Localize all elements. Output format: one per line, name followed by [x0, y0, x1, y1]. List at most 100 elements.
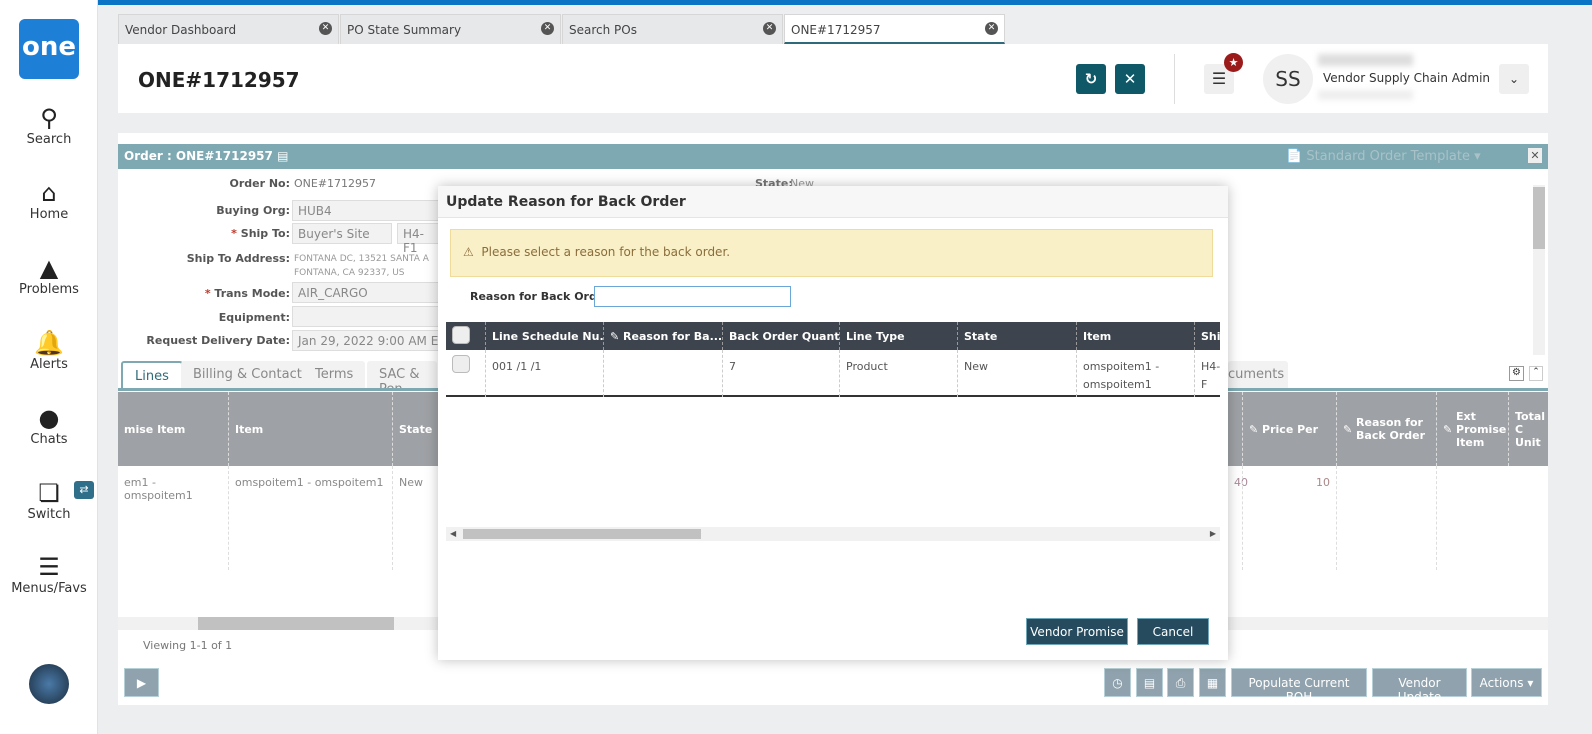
grid-settings-gear-icon[interactable]: ⚙: [1509, 366, 1524, 381]
template-select[interactable]: 📄 Standard Order Template ▾: [1286, 149, 1481, 164]
vendor-promise-button[interactable]: Vendor Promise: [1026, 618, 1128, 645]
card-icon[interactable]: ▤: [1136, 668, 1163, 697]
reason-cell[interactable]: [603, 350, 722, 397]
blurred-email: [1318, 90, 1413, 100]
close-icon[interactable]: ✕: [763, 22, 776, 35]
price-per-cell[interactable]: 10: [1242, 466, 1336, 570]
divider: [1174, 54, 1175, 104]
column-header[interactable]: Total C Unit: [1508, 392, 1548, 466]
column-header[interactable]: Back Order Quant...: [722, 322, 839, 350]
reason-input[interactable]: [594, 286, 791, 307]
close-icon[interactable]: ✕: [541, 22, 554, 35]
column-header[interactable]: Price Per: [1262, 423, 1318, 436]
grid-cell[interactable]: em1 - omspoitem1: [118, 466, 228, 570]
cancel-button[interactable]: Cancel: [1137, 618, 1209, 645]
actions-button[interactable]: Actions ▾: [1471, 668, 1542, 697]
delivery-date-input[interactable]: Jan 29, 2022 9:00 AM EST: [292, 330, 442, 351]
tab-sac-penalties[interactable]: SAC & Pen: [367, 361, 437, 389]
refresh-button[interactable]: ↻: [1076, 64, 1106, 94]
tab-vendor-dashboard[interactable]: Vendor Dashboard ✕: [118, 14, 339, 44]
scrollbar-thumb[interactable]: [1533, 187, 1545, 249]
update-reason-modal: Update Reason for Back Order ⚠ Please se…: [438, 186, 1228, 660]
tab-terms[interactable]: Terms: [303, 361, 366, 389]
sidebar-item-search[interactable]: ⚲ Search: [0, 104, 98, 147]
column-header[interactable]: Line Schedule Nu...: [485, 322, 603, 350]
page-header: ONE#1712957 ↻ ✕ ☰ ★ SS Vendor Supply Cha…: [118, 44, 1548, 113]
column-header[interactable]: State: [957, 322, 1076, 350]
print-icon[interactable]: ⎙: [1167, 668, 1194, 697]
column-header[interactable]: Line Type: [839, 322, 957, 350]
tab-label: Search POs: [569, 23, 637, 37]
populate-current-boh-button[interactable]: Populate Current BOH: [1231, 668, 1367, 704]
close-icon[interactable]: ✕: [985, 22, 998, 35]
scrollbar-thumb[interactable]: [463, 529, 701, 539]
sidebar-item-chats[interactable]: ● Chats: [0, 404, 98, 447]
sidebar-item-menus-favs[interactable]: ☰ Menus/Favs: [0, 553, 98, 596]
user-menu-chevron-down-icon[interactable]: ⌄: [1499, 64, 1529, 94]
modal-table-scrollbar[interactable]: ◀ ▶: [446, 527, 1220, 541]
column-header[interactable]: Reason for Ba...: [623, 330, 722, 343]
tab-po-state-summary[interactable]: PO State Summary ✕: [340, 14, 561, 44]
field-label: Ship To Address:: [186, 252, 290, 265]
tab-documents[interactable]: cuments: [1228, 361, 1288, 389]
column-header[interactable]: Reason for Back Order: [1356, 416, 1436, 442]
vendor-update-button[interactable]: Vendor Update: [1372, 668, 1467, 704]
scroll-left-icon[interactable]: ◀: [450, 529, 456, 538]
grid-cell[interactable]: New: [392, 466, 440, 570]
tab-order[interactable]: ONE#1712957 ✕: [784, 14, 1005, 44]
bell-icon: 🔔: [34, 329, 64, 357]
column-header[interactable]: Ext Promise Item: [1456, 410, 1508, 449]
grid-cell[interactable]: 40: [1228, 466, 1248, 570]
close-icon[interactable]: ✕: [319, 22, 332, 35]
item-line: omspoitem1: [1083, 378, 1152, 391]
row-checkbox[interactable]: [452, 355, 470, 373]
scrollbar-thumb[interactable]: [198, 617, 394, 630]
warning-icon: ▲: [39, 254, 59, 282]
buying-org-input[interactable]: HUB4: [292, 200, 442, 221]
sidebar-item-alerts[interactable]: 🔔 Alerts: [0, 329, 98, 372]
label-text: Ship To:: [240, 227, 290, 240]
user-avatar-icon[interactable]: [29, 664, 69, 704]
grid-cell[interactable]: [1436, 466, 1508, 570]
field-label: Buying Org:: [216, 204, 290, 217]
tab-billing-contact[interactable]: Billing & Contact: [181, 361, 314, 389]
ship-to-input[interactable]: Buyer's Site: [292, 223, 392, 244]
close-button[interactable]: ✕: [1115, 64, 1145, 94]
form-scrollbar[interactable]: [1533, 185, 1545, 355]
edit-icon: ✎: [1249, 422, 1263, 436]
nav-label: Menus/Favs: [11, 581, 87, 596]
select-all-checkbox[interactable]: [452, 326, 470, 344]
select-all-header: [446, 322, 485, 350]
trans-mode-input[interactable]: AIR_CARGO: [292, 282, 442, 303]
home-icon: ⌂: [41, 179, 57, 207]
warning-icon: ⚠: [463, 245, 474, 259]
column-header[interactable]: Item: [228, 392, 392, 466]
table-cell: omspoitem1 - omspoitem1: [1076, 350, 1194, 397]
grid-cell[interactable]: [1336, 466, 1436, 570]
column-header[interactable]: Item: [1076, 322, 1194, 350]
sidebar-item-problems[interactable]: ▲ Problems: [0, 254, 98, 297]
equipment-input[interactable]: [292, 306, 442, 327]
grid-cell[interactable]: omspoitem1 - omspoitem1: [228, 466, 392, 570]
collapse-icon[interactable]: ⌃: [1529, 366, 1543, 381]
ship-to-code-input[interactable]: H4-F1: [397, 223, 442, 255]
scroll-right-icon[interactable]: ▶: [1210, 529, 1216, 538]
tab-search-pos[interactable]: Search POs ✕: [562, 14, 783, 44]
sidebar-item-home[interactable]: ⌂ Home: [0, 179, 98, 222]
tab-label: ONE#1712957: [791, 23, 881, 37]
column-header[interactable]: State: [392, 392, 440, 466]
app-logo[interactable]: one: [19, 19, 79, 79]
chat-comment-icon[interactable]: ▶: [124, 668, 159, 697]
close-icon[interactable]: ✕: [1528, 148, 1542, 163]
favorites-star-icon[interactable]: ★: [1224, 53, 1243, 72]
archive-icon: ▤: [277, 149, 289, 163]
edit-icon: ✎: [610, 330, 624, 343]
column-header[interactable]: Ship: [1194, 322, 1220, 350]
column-header[interactable]: mise Item: [118, 392, 228, 466]
avatar[interactable]: SS: [1263, 54, 1313, 104]
calculator-icon[interactable]: ▦: [1199, 668, 1226, 697]
history-icon[interactable]: ◷: [1104, 668, 1131, 697]
tab-lines[interactable]: Lines: [121, 361, 183, 389]
table-cell: H4-F: [1194, 350, 1220, 397]
table-cell: 7: [722, 350, 839, 397]
